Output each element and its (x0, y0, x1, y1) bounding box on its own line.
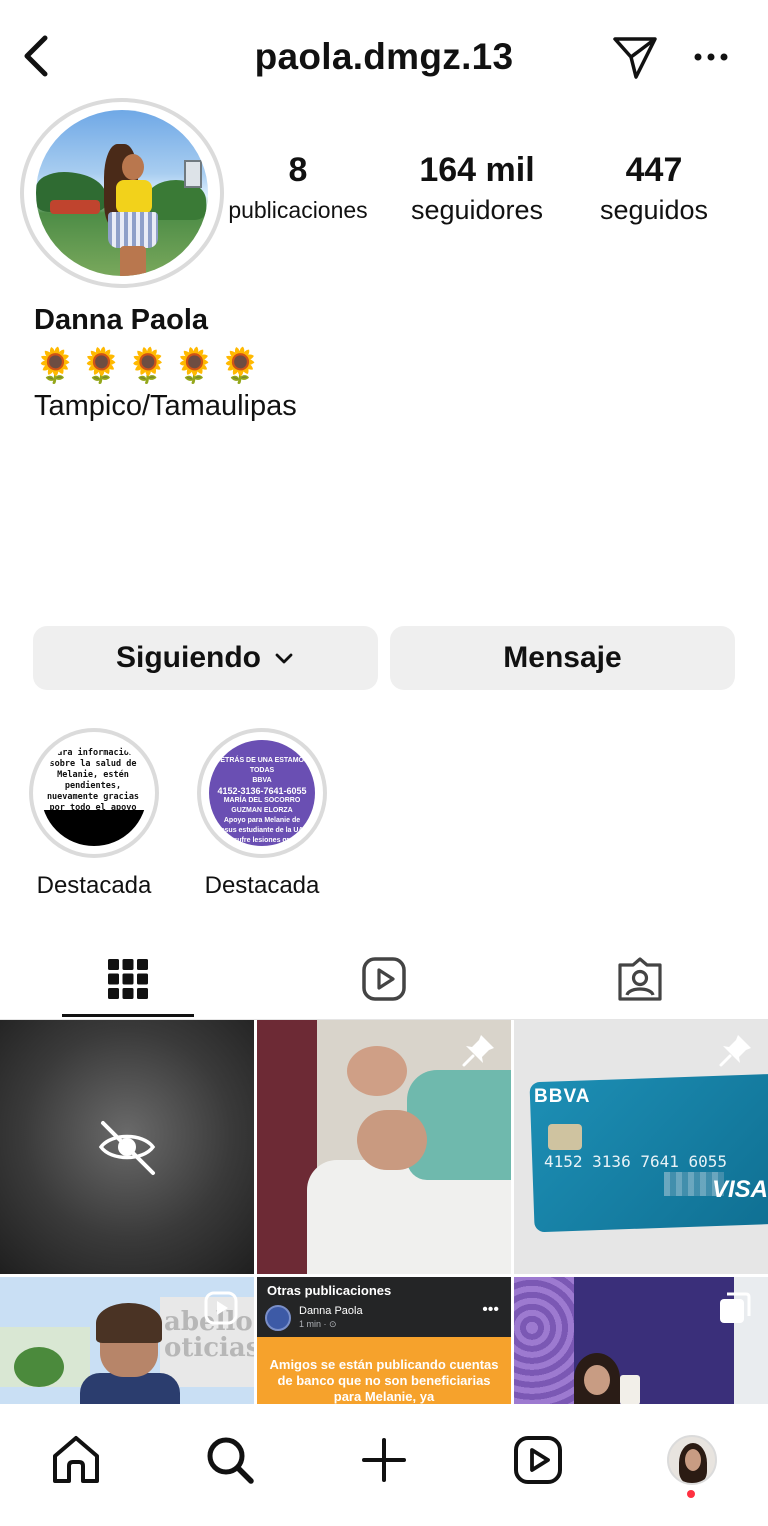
grid-icon (108, 959, 148, 999)
more-options-button[interactable] (690, 40, 734, 74)
highlight-cover-account: 4152-3136-7641-6055 (217, 786, 307, 796)
avatar (667, 1435, 717, 1485)
tagged-icon (618, 957, 662, 1001)
reel-icon (204, 1291, 238, 1325)
tab-reels[interactable] (256, 938, 512, 1020)
profile-tabs (0, 938, 768, 1020)
reels-icon (514, 1436, 562, 1484)
post-carousel[interactable] (514, 1277, 768, 1404)
card-number: 4152 3136 7641 6055 (544, 1152, 728, 1171)
post-pinned[interactable]: BBVA 4152 3136 7641 6055 VISA (514, 1020, 768, 1274)
following-count: 447 (625, 151, 683, 189)
bottom-nav (0, 1404, 768, 1526)
highlight-cover-header: DETRÁS DE UNA ESTAMOS TODAS (215, 757, 309, 774)
notification-dot (687, 1490, 695, 1498)
bio-location: Tampico/Tamaulipas (34, 390, 297, 422)
search-icon (207, 1437, 254, 1484)
following-button[interactable]: Siguiendo (33, 626, 378, 690)
post-reel[interactable]: abello oticias (0, 1277, 254, 1404)
tab-tagged[interactable] (512, 938, 768, 1020)
nav-search[interactable] (200, 1430, 260, 1490)
highlight-cover-bank: BBVA (252, 777, 272, 784)
following-button-label: Siguiendo (116, 641, 261, 674)
pin-icon (719, 1035, 751, 1067)
posts-stat: 8 publicaciones (218, 150, 378, 230)
nav-reels[interactable] (508, 1430, 568, 1490)
nav-profile[interactable] (662, 1430, 722, 1490)
highlight-cover: para información sobre la salud de Melan… (41, 740, 147, 846)
highlight-cover-text: para información sobre la salud de Melan… (46, 748, 140, 813)
highlight-label: Destacada (204, 872, 320, 899)
card-bank-name: BBVA (534, 1086, 591, 1107)
nav-create[interactable] (354, 1430, 414, 1490)
highlight-label: Destacada (36, 872, 152, 899)
bio-emojis: 🌻🌻🌻🌻🌻 (34, 347, 266, 385)
followers-label: seguidores (410, 195, 544, 225)
story-highlight[interactable]: para información sobre la salud de Melan… (24, 728, 164, 900)
avatar (265, 1305, 291, 1331)
share-button[interactable] (610, 32, 660, 82)
story-highlight[interactable]: DETRÁS DE UNA ESTAMOS TODAS BBVA 4152-31… (192, 728, 332, 900)
profile-photo (36, 110, 208, 276)
profile-full-name: Danna Paola (34, 304, 209, 336)
card-brand: VISA (712, 1176, 768, 1203)
fb-time: 1 min · ⊙ (299, 1319, 337, 1329)
profile-avatar[interactable] (20, 98, 224, 288)
posts-label: publicaciones (228, 197, 368, 223)
post-pinned[interactable] (257, 1020, 511, 1274)
fb-author: Danna Paola (299, 1305, 363, 1317)
active-tab-indicator (62, 1014, 194, 1017)
followers-count: 164 mil (419, 151, 535, 189)
pin-icon (462, 1035, 494, 1067)
highlight-cover-note: Apoyo para Melanie de Jesus estudiante d… (216, 817, 308, 844)
more-icon: ••• (482, 1301, 499, 1318)
following-stat[interactable]: 447 seguidos (578, 150, 730, 230)
home-icon (53, 1436, 99, 1483)
fb-banner-text: Amigos se están publicando cuentas de ba… (257, 1337, 511, 1404)
following-label: seguidos (599, 195, 709, 225)
message-button-label: Mensaje (503, 641, 622, 674)
message-button[interactable]: Mensaje (390, 626, 735, 690)
tab-posts-grid[interactable] (0, 938, 256, 1020)
highlight-cover: DETRÁS DE UNA ESTAMOS TODAS BBVA 4152-31… (209, 740, 315, 846)
eye-off-icon (98, 1121, 156, 1175)
top-bar: paola.dmgz.13 (0, 0, 768, 110)
post-screenshot[interactable]: Otras publicaciones Danna Paola 1 min · … (257, 1277, 511, 1404)
fb-section-title: Otras publicaciones (267, 1283, 392, 1298)
nav-home[interactable] (46, 1430, 106, 1490)
carousel-icon (720, 1292, 751, 1323)
chevron-down-icon (275, 653, 293, 664)
posts-count: 8 (288, 151, 308, 189)
followers-stat[interactable]: 164 mil seguidores (392, 150, 562, 230)
highlight-cover-holder: MARÍA DEL SOCORRO GUZMAN ELORZA (223, 797, 301, 814)
more-icon (694, 53, 728, 61)
plus-icon (362, 1438, 406, 1482)
send-icon (613, 37, 657, 79)
posts-grid: BBVA 4152 3136 7641 6055 VISA abello oti… (0, 1020, 768, 1404)
reels-icon (362, 957, 406, 1001)
post-hidden[interactable] (0, 1020, 254, 1274)
